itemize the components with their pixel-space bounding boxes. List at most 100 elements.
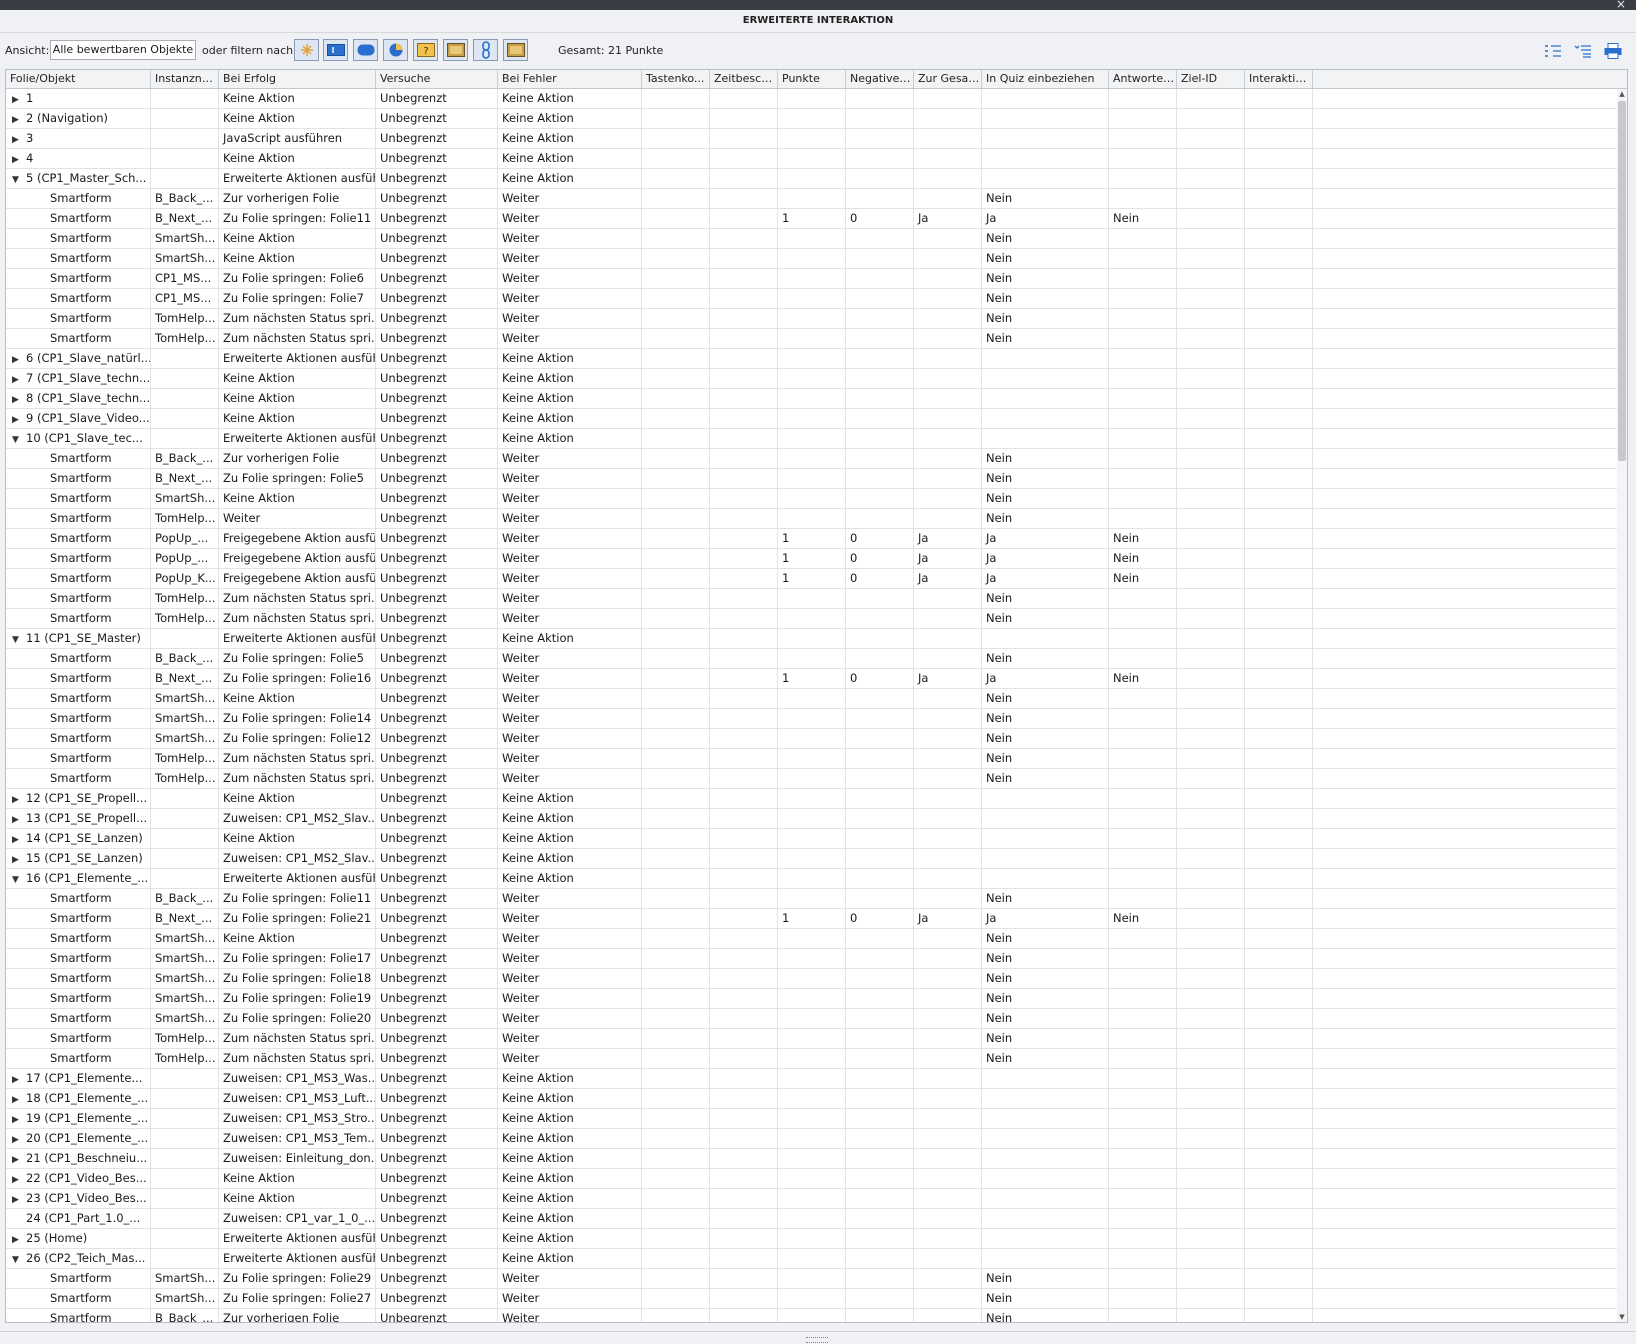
slide-row[interactable]: ▶ 21 (CP1_Beschneiu... Zuweisen: Einleitun…	[6, 1149, 1617, 1169]
collapsed-arrow-icon[interactable]: ▶	[12, 391, 26, 408]
object-row[interactable]: Smartform B_Next_... Zu Folie springen: Fo…	[6, 209, 1617, 229]
filter-rollover-button[interactable]	[383, 39, 408, 61]
object-row[interactable]: Smartform TomHelp... Zum nächsten Status s…	[6, 309, 1617, 329]
object-row[interactable]: Smartform SmartSh... Zu Folie springen: Fo…	[6, 709, 1617, 729]
filter-hyperlink-button[interactable]	[473, 39, 498, 61]
filter-image-button[interactable]	[443, 39, 468, 61]
slide-row[interactable]: ▶ 12 (CP1_SE_Propell... Keine Aktion Unbegr…	[6, 789, 1617, 809]
column-header[interactable]: Instanzname	[151, 70, 219, 88]
object-row[interactable]: Smartform SmartSh... Keine Aktion Unbegrenz…	[6, 489, 1617, 509]
object-row[interactable]: Smartform PopUp_... Freigegebene Aktion au…	[6, 549, 1617, 569]
filter-all-objects-button[interactable]	[294, 39, 319, 61]
object-row[interactable]: Smartform B_Back_... Zu Folie springen: Fo…	[6, 889, 1617, 909]
object-row[interactable]: Smartform CP1_MS... Zu Folie springen: Fol…	[6, 269, 1617, 289]
collapsed-arrow-icon[interactable]: ▶	[12, 1151, 26, 1168]
slide-row[interactable]: ▶ 1 Keine Aktion Unbegrenzt Keine Aktion	[6, 89, 1617, 109]
slide-row[interactable]: ▼ 10 (CP1_Slave_tec... Erweiterte Aktionen…	[6, 429, 1617, 449]
slide-row[interactable]: ▶ 9 (CP1_Slave_Video... Keine Aktion Unbegr…	[6, 409, 1617, 429]
column-header[interactable]: Folie/Objekt	[6, 70, 151, 88]
collapsed-arrow-icon[interactable]: ▶	[12, 1231, 26, 1248]
column-header[interactable]: In Quiz einbeziehen	[982, 70, 1109, 88]
vertical-scrollbar[interactable]: ▲ ▼	[1617, 89, 1627, 1322]
object-row[interactable]: Smartform B_Back_... Zur vorherigen Folie U…	[6, 1309, 1617, 1322]
collapsed-arrow-icon[interactable]: ▶	[12, 831, 26, 848]
object-row[interactable]: Smartform B_Back_... Zu Folie springen: Fo…	[6, 649, 1617, 669]
slide-row[interactable]: ▼ 5 (CP1_Master_Sch... Erweiterte Aktionen…	[6, 169, 1617, 189]
slide-row[interactable]: ▼ 11 (CP1_SE_Master) Erweiterte Aktionen a…	[6, 629, 1617, 649]
print-button[interactable]	[1603, 43, 1623, 59]
filter-smartshape-button[interactable]	[503, 39, 528, 61]
column-header[interactable]: Tastenko...	[642, 70, 710, 88]
object-row[interactable]: Smartform SmartSh... Zu Folie springen: Fo…	[6, 1289, 1617, 1309]
scroll-thumb[interactable]	[1618, 101, 1626, 461]
slide-row[interactable]: ▶ 15 (CP1_SE_Lanzen) Zuweisen: CP1_MS2_Sla…	[6, 849, 1617, 869]
column-header[interactable]: Interaktio...	[1245, 70, 1313, 88]
expanded-arrow-icon[interactable]: ▼	[12, 431, 26, 448]
slide-row[interactable]: ▶ 7 (CP1_Slave_techn... Keine Aktion Unbegr…	[6, 369, 1617, 389]
slide-row[interactable]: ▶ 8 (CP1_Slave_techn... Keine Aktion Unbegr…	[6, 389, 1617, 409]
column-header[interactable]: Ziel-ID	[1177, 70, 1245, 88]
slide-row[interactable]: ▶ 18 (CP1_Elemente_... Zuweisen: CP1_MS3_L…	[6, 1089, 1617, 1109]
object-row[interactable]: Smartform CP1_MS... Zu Folie springen: Fol…	[6, 289, 1617, 309]
slide-row[interactable]: ▶ 20 (CP1_Elemente_... Zuweisen: CP1_MS3_T…	[6, 1129, 1617, 1149]
object-row[interactable]: Smartform B_Back_... Zur vorherigen Folie U…	[6, 189, 1617, 209]
slide-row[interactable]: ▶ 2 (Navigation) Keine Aktion Unbegrenzt Kei…	[6, 109, 1617, 129]
object-row[interactable]: Smartform SmartSh... Keine Aktion Unbegrenz…	[6, 689, 1617, 709]
column-header[interactable]: Zeitbeschr...	[710, 70, 778, 88]
collapsed-arrow-icon[interactable]: ▶	[12, 1131, 26, 1148]
object-row[interactable]: Smartform B_Next_... Zu Folie springen: Fo…	[6, 669, 1617, 689]
slide-row[interactable]: ▶ 3 JavaScript ausführen Unbegrenzt Keine Ak…	[6, 129, 1617, 149]
collapsed-arrow-icon[interactable]: ▶	[12, 1071, 26, 1088]
object-row[interactable]: Smartform B_Back_... Zur vorherigen Folie U…	[6, 449, 1617, 469]
expanded-arrow-icon[interactable]: ▼	[12, 171, 26, 188]
column-header[interactable]: Antworten...	[1109, 70, 1177, 88]
collapsed-arrow-icon[interactable]: ▶	[12, 91, 26, 108]
slide-row[interactable]: ▶ 22 (CP1_Video_Bes... Keine Aktion Unbegre…	[6, 1169, 1617, 1189]
slide-row[interactable]: ▶24 (CP1_Part_1.0_... Zuweisen: CP1_var_1…	[6, 1209, 1617, 1229]
scroll-down-icon[interactable]: ▼	[1617, 1312, 1627, 1322]
collapsed-arrow-icon[interactable]: ▶	[12, 371, 26, 388]
scroll-up-icon[interactable]: ▲	[1617, 89, 1627, 99]
slide-row[interactable]: ▶ 13 (CP1_SE_Propell... Zuweisen: CP1_MS2_…	[6, 809, 1617, 829]
object-row[interactable]: Smartform SmartSh... Zu Folie springen: Fo…	[6, 729, 1617, 749]
column-header[interactable]: Bei Fehler	[498, 70, 642, 88]
slide-row[interactable]: ▶ 19 (CP1_Elemente_... Zuweisen: CP1_MS3_S…	[6, 1109, 1617, 1129]
collapsed-arrow-icon[interactable]: ▶	[12, 111, 26, 128]
collapsed-arrow-icon[interactable]: ▶	[12, 811, 26, 828]
object-row[interactable]: Smartform TomHelp... Zum nächsten Status s…	[6, 769, 1617, 789]
slide-row[interactable]: ▶ 25 (Home) Erweiterte Aktionen ausfüh... U…	[6, 1229, 1617, 1249]
expanded-arrow-icon[interactable]: ▼	[12, 871, 26, 888]
slide-row[interactable]: ▼ 16 (CP1_Elemente_... Erweiterte Aktionen…	[6, 869, 1617, 889]
object-row[interactable]: Smartform TomHelp... Zum nächsten Status s…	[6, 1029, 1617, 1049]
object-row[interactable]: Smartform SmartSh... Zu Folie springen: Fo…	[6, 949, 1617, 969]
collapsed-arrow-icon[interactable]: ▶	[12, 1091, 26, 1108]
slide-row[interactable]: ▼ 26 (CP2_Teich_Mas... Erweiterte Aktionen…	[6, 1249, 1617, 1269]
object-row[interactable]: Smartform SmartSh... Zu Folie springen: Fo…	[6, 989, 1617, 1009]
slide-row[interactable]: ▶ 14 (CP1_SE_Lanzen) Keine Aktion Unbegrenz…	[6, 829, 1617, 849]
object-row[interactable]: Smartform TomHelp... Zum nächsten Status s…	[6, 589, 1617, 609]
collapsed-arrow-icon[interactable]: ▶	[12, 1111, 26, 1128]
slide-row[interactable]: ▶ 17 (CP1_Elemente... Zuweisen: CP1_MS3_Wa…	[6, 1069, 1617, 1089]
collapsed-arrow-icon[interactable]: ▶	[12, 351, 26, 368]
filter-text-entry-button[interactable]	[323, 39, 348, 61]
view-dropdown[interactable]: Alle bewertbaren Objekte	[50, 40, 196, 60]
collapsed-arrow-icon[interactable]: ▶	[12, 131, 26, 148]
object-row[interactable]: Smartform SmartSh... Keine Aktion Unbegrenz…	[6, 929, 1617, 949]
collapsed-arrow-icon[interactable]: ▶	[12, 1191, 26, 1208]
column-header[interactable]: Bei Erfolg	[219, 70, 376, 88]
collapsed-arrow-icon[interactable]: ▶	[12, 791, 26, 808]
collapse-all-button[interactable]	[1573, 43, 1593, 59]
object-row[interactable]: Smartform SmartSh... Keine Aktion Unbegrenz…	[6, 229, 1617, 249]
slide-row[interactable]: ▶ 4 Keine Aktion Unbegrenzt Keine Aktion	[6, 149, 1617, 169]
collapsed-arrow-icon[interactable]: ▶	[12, 151, 26, 168]
column-header[interactable]: Versuche	[376, 70, 498, 88]
collapsed-arrow-icon[interactable]: ▶	[12, 851, 26, 868]
resize-grip-icon[interactable]	[806, 1337, 828, 1343]
object-row[interactable]: Smartform B_Next_... Zu Folie springen: Fo…	[6, 909, 1617, 929]
column-header[interactable]: Negative ...	[846, 70, 914, 88]
object-row[interactable]: Smartform TomHelp... Zum nächsten Status s…	[6, 329, 1617, 349]
column-header[interactable]: Zur Gesam...	[914, 70, 982, 88]
collapsed-arrow-icon[interactable]: ▶	[12, 1171, 26, 1188]
collapsed-arrow-icon[interactable]: ▶	[12, 411, 26, 428]
object-row[interactable]: Smartform PopUp_... Freigegebene Aktion au…	[6, 529, 1617, 549]
